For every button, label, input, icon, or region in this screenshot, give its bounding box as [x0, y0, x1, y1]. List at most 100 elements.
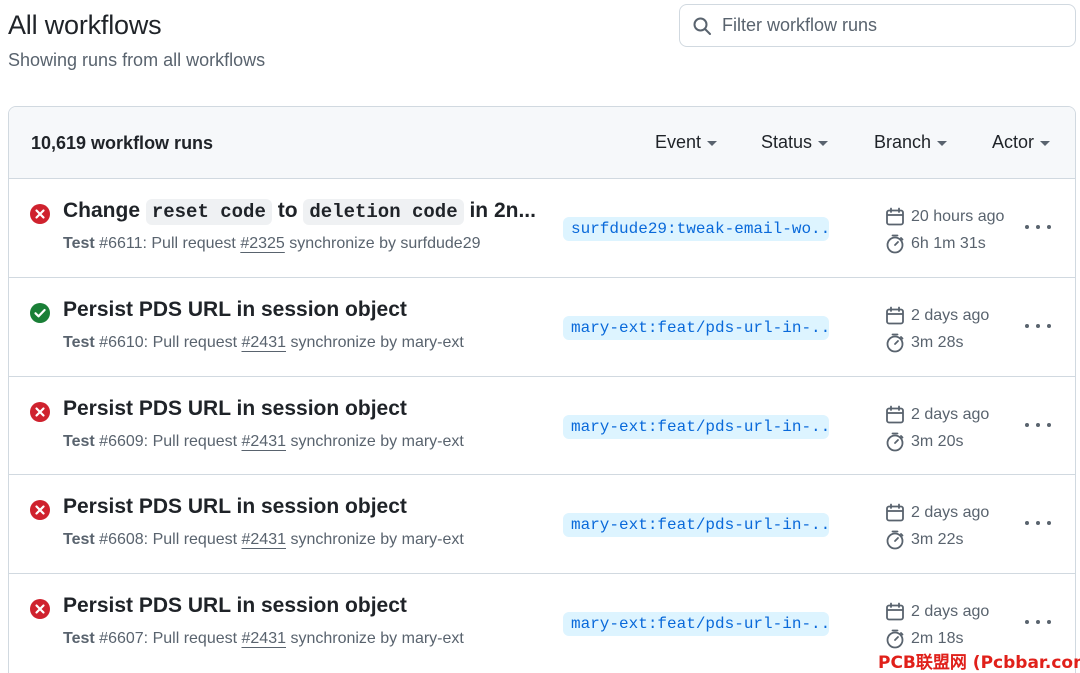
- title-text: Persist PDS URL in session object: [63, 397, 407, 420]
- workflow-name: Test: [63, 531, 95, 548]
- branch-label[interactable]: surfdude29:tweak-email-wo...: [563, 217, 829, 241]
- actor-filter-label: Actor: [992, 132, 1035, 152]
- run-date: 2 days ago: [885, 503, 989, 523]
- run-duration: 2m 18s: [885, 629, 963, 649]
- failure-x-icon: [30, 204, 50, 224]
- caret-down-icon: [818, 141, 829, 146]
- run-meta: Test #6609: Pull request #2431 synchroni…: [63, 433, 464, 451]
- run-event: : Pull request: [143, 630, 242, 647]
- workflow-name: Test: [63, 630, 95, 647]
- run-action: synchronize by mary-ext: [286, 334, 464, 351]
- title-text: in 2n...: [463, 199, 536, 222]
- pull-request-link[interactable]: #2431: [242, 630, 287, 647]
- pull-request-link[interactable]: #2431: [242, 433, 287, 450]
- workflow-run-row[interactable]: Persist PDS URL in session object Test #6…: [9, 376, 1075, 475]
- run-meta: Test #6608: Pull request #2431 synchroni…: [63, 531, 464, 549]
- run-number: #6611: [99, 235, 143, 252]
- run-event: : Pull request: [143, 334, 242, 351]
- calendar-icon: [886, 503, 904, 522]
- branch-label[interactable]: mary-ext:feat/pds-url-in-...: [563, 513, 829, 537]
- caret-down-icon: [1040, 141, 1051, 146]
- calendar-icon: [886, 602, 904, 621]
- run-date: 20 hours ago: [885, 207, 1004, 227]
- calendar-icon: [886, 405, 904, 424]
- run-duration: 3m 20s: [885, 432, 963, 452]
- pull-request-link[interactable]: #2431: [242, 334, 287, 351]
- run-date: 2 days ago: [885, 306, 989, 326]
- title-text: to: [271, 199, 304, 222]
- title-text: Persist PDS URL in session object: [63, 594, 407, 617]
- run-duration-text: 6h 1m 31s: [911, 235, 986, 252]
- kebab-menu-icon[interactable]: [1025, 612, 1051, 632]
- status-filter-dropdown[interactable]: Status: [761, 132, 829, 153]
- run-action: synchronize by mary-ext: [286, 630, 464, 647]
- branch-filter-label: Branch: [874, 132, 932, 152]
- run-duration-text: 3m 28s: [911, 334, 964, 351]
- run-date-text: 2 days ago: [911, 406, 990, 423]
- workflow-run-row[interactable]: Persist PDS URL in session object Test #6…: [9, 474, 1075, 573]
- actor-filter-dropdown[interactable]: Actor: [992, 132, 1051, 153]
- run-event: : Pull request: [143, 531, 242, 548]
- kebab-menu-icon[interactable]: [1025, 316, 1051, 336]
- run-meta: Test #6610: Pull request #2431 synchroni…: [63, 334, 464, 352]
- page-title: All workflows: [8, 10, 162, 40]
- pull-request-link[interactable]: #2325: [240, 235, 285, 252]
- event-filter-dropdown[interactable]: Event: [655, 132, 718, 153]
- run-event: : Pull request: [142, 235, 241, 252]
- run-title-link[interactable]: Persist PDS URL in session object: [63, 397, 407, 421]
- run-action: synchronize by mary-ext: [286, 433, 464, 450]
- run-meta: Test #6607: Pull request #2431 synchroni…: [63, 630, 464, 648]
- workflow-runs-list: 10,619 workflow runs Event Status Branch…: [8, 106, 1076, 673]
- search-input[interactable]: [722, 15, 1062, 36]
- calendar-icon: [886, 306, 904, 325]
- kebab-menu-icon[interactable]: [1025, 415, 1051, 435]
- run-duration: 3m 22s: [885, 530, 963, 550]
- runs-count: 10,619 workflow runs: [31, 133, 214, 153]
- branch-label[interactable]: mary-ext:feat/pds-url-in-...: [563, 316, 829, 340]
- branch-label[interactable]: mary-ext:feat/pds-url-in-...: [563, 612, 829, 636]
- run-title-link[interactable]: Persist PDS URL in session object: [63, 298, 407, 322]
- run-number: #6610: [99, 334, 144, 351]
- stopwatch-icon: [886, 234, 904, 254]
- run-event: : Pull request: [143, 433, 242, 450]
- watermark: PCB联盟网 (Pcbbar.com): [878, 653, 1080, 673]
- run-date-text: 2 days ago: [911, 307, 990, 324]
- run-title-link[interactable]: Change reset code to deletion code in 2n…: [63, 199, 536, 225]
- workflow-run-row[interactable]: Change reset code to deletion code in 2n…: [9, 179, 1075, 278]
- branch-filter-dropdown[interactable]: Branch: [874, 132, 948, 153]
- stopwatch-icon: [886, 333, 904, 353]
- run-date-text: 2 days ago: [911, 603, 990, 620]
- workflow-run-row[interactable]: Persist PDS URL in session object Test #6…: [9, 277, 1075, 376]
- caret-down-icon: [707, 141, 718, 146]
- workflow-name: Test: [63, 235, 95, 252]
- search-icon: [693, 17, 711, 35]
- run-date: 2 days ago: [885, 405, 989, 425]
- kebab-menu-icon[interactable]: [1025, 513, 1051, 533]
- pull-request-link[interactable]: #2431: [242, 531, 287, 548]
- run-number: #6608: [99, 531, 144, 548]
- run-title-link[interactable]: Persist PDS URL in session object: [63, 594, 407, 618]
- success-check-icon: [30, 303, 50, 323]
- run-duration: 3m 28s: [885, 333, 963, 353]
- status-filter-label: Status: [761, 132, 813, 152]
- filter-runs-search[interactable]: [679, 4, 1076, 47]
- workflow-name: Test: [63, 433, 95, 450]
- title-text: Persist PDS URL in session object: [63, 495, 407, 518]
- kebab-menu-icon[interactable]: [1025, 217, 1051, 237]
- run-action: synchronize by surfdude29: [284, 235, 481, 252]
- run-meta: Test #6611: Pull request #2325 synchroni…: [63, 235, 480, 253]
- failure-x-icon: [30, 402, 50, 422]
- run-date-text: 20 hours ago: [911, 208, 1005, 225]
- inline-code: reset code: [145, 199, 272, 225]
- run-title-link[interactable]: Persist PDS URL in session object: [63, 495, 407, 519]
- run-date-text: 2 days ago: [911, 504, 990, 521]
- inline-code: deletion code: [303, 199, 464, 225]
- calendar-icon: [886, 207, 904, 226]
- caret-down-icon: [937, 141, 948, 146]
- stopwatch-icon: [886, 432, 904, 452]
- run-duration-text: 2m 18s: [911, 630, 964, 647]
- branch-label[interactable]: mary-ext:feat/pds-url-in-...: [563, 415, 829, 439]
- stopwatch-icon: [886, 629, 904, 649]
- title-text: Change: [63, 199, 146, 222]
- workflow-name: Test: [63, 334, 95, 351]
